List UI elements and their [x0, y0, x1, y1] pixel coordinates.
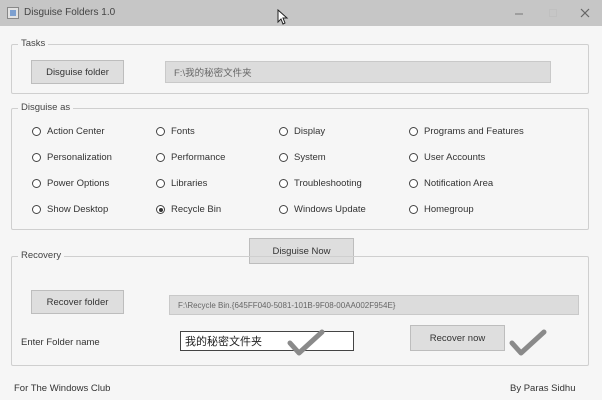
radio-system[interactable]: System	[279, 152, 326, 163]
radio-libraries[interactable]: Libraries	[156, 178, 207, 189]
radio-button-icon	[156, 179, 165, 188]
check-mark-icon	[287, 329, 325, 356]
close-icon	[580, 8, 590, 18]
footer-credit-right: By Paras Sidhu	[510, 383, 576, 394]
recovered-path-field[interactable]: F:\Recycle Bin.{645FF040-5081-101B-9F08-…	[169, 295, 579, 315]
recovery-group: Recovery Recover folder F:\Recycle Bin.{…	[11, 250, 589, 366]
radio-notification-area[interactable]: Notification Area	[409, 178, 493, 189]
radio-button-icon	[279, 153, 288, 162]
radio-label: Notification Area	[424, 178, 494, 189]
radio-button-checked-icon	[156, 205, 165, 214]
radio-button-icon	[409, 205, 418, 214]
radio-label: Homegroup	[424, 204, 474, 215]
mouse-cursor-icon	[277, 9, 289, 25]
tasks-legend: Tasks	[18, 38, 49, 49]
minimize-icon	[515, 13, 523, 15]
radio-label: Personalization	[47, 152, 112, 163]
folder-name-input[interactable]: 我的秘密文件夹	[180, 331, 354, 351]
radio-show-desktop[interactable]: Show Desktop	[32, 204, 108, 215]
minimize-button[interactable]	[502, 0, 536, 26]
radio-button-icon	[32, 205, 41, 214]
radio-label: Fonts	[171, 126, 195, 137]
radio-button-icon	[409, 127, 418, 136]
radio-label: Recycle Bin	[171, 204, 222, 215]
maximize-button[interactable]	[536, 0, 570, 26]
app-icon	[7, 7, 19, 19]
close-button[interactable]	[568, 0, 602, 26]
disguise-as-legend: Disguise as	[18, 102, 74, 113]
radio-fonts[interactable]: Fonts	[156, 126, 195, 137]
radio-label: Show Desktop	[47, 204, 109, 215]
radio-label: System	[294, 152, 326, 163]
recover-now-button[interactable]: Recover now	[410, 325, 505, 351]
radio-label: Action Center	[47, 126, 105, 137]
folder-path-field[interactable]: F:\我的秘密文件夹	[165, 61, 551, 83]
radio-button-icon	[156, 127, 165, 136]
tasks-group: Tasks Disguise folder F:\我的秘密文件夹	[11, 38, 589, 94]
radio-user-accounts[interactable]: User Accounts	[409, 152, 485, 163]
radio-display[interactable]: Display	[279, 126, 325, 137]
title-bar[interactable]: Disguise Folders 1.0	[0, 0, 602, 26]
footer-credit-left: For The Windows Club	[14, 383, 111, 394]
radio-button-icon	[156, 153, 165, 162]
maximize-icon	[549, 9, 557, 17]
radio-label: Power Options	[47, 178, 110, 189]
radio-button-icon	[32, 179, 41, 188]
radio-button-icon	[409, 179, 418, 188]
check-mark-icon	[509, 329, 547, 356]
radio-label: Programs and Features	[424, 126, 524, 137]
radio-recycle-bin[interactable]: Recycle Bin	[156, 204, 221, 215]
radio-button-icon	[32, 127, 41, 136]
radio-power-options[interactable]: Power Options	[32, 178, 109, 189]
recover-folder-button[interactable]: Recover folder	[31, 290, 124, 314]
radio-label: Troubleshooting	[294, 178, 362, 189]
radio-button-icon	[32, 153, 41, 162]
radio-performance[interactable]: Performance	[156, 152, 225, 163]
radio-button-icon	[409, 153, 418, 162]
radio-button-icon	[279, 205, 288, 214]
radio-label: User Accounts	[424, 152, 486, 163]
radio-label: Windows Update	[294, 204, 366, 215]
recovery-legend: Recovery	[18, 250, 65, 261]
disguise-folder-button[interactable]: Disguise folder	[31, 60, 124, 84]
radio-programs-and-features[interactable]: Programs and Features	[409, 126, 524, 137]
radio-button-icon	[279, 179, 288, 188]
radio-button-icon	[279, 127, 288, 136]
folder-name-label: Enter Folder name	[21, 337, 100, 348]
radio-action-center[interactable]: Action Center	[32, 126, 105, 137]
radio-homegroup[interactable]: Homegroup	[409, 204, 474, 215]
radio-label: Display	[294, 126, 326, 137]
app-window: Disguise Folders 1.0 Tasks Disguise fold…	[0, 0, 602, 400]
window-title: Disguise Folders 1.0	[24, 7, 116, 18]
radio-label: Performance	[171, 152, 226, 163]
disguise-as-group: Disguise as Action Center Fonts Display …	[11, 102, 589, 230]
radio-windows-update[interactable]: Windows Update	[279, 204, 366, 215]
radio-troubleshooting[interactable]: Troubleshooting	[279, 178, 362, 189]
radio-personalization[interactable]: Personalization	[32, 152, 112, 163]
radio-label: Libraries	[171, 178, 208, 189]
